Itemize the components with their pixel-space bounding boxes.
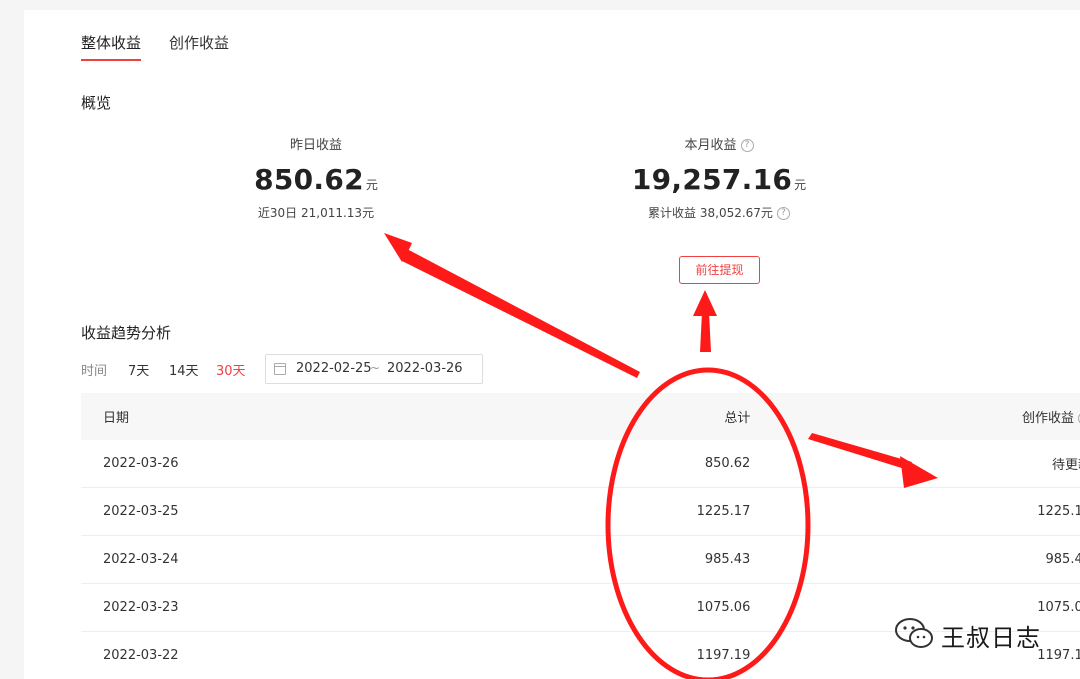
withdraw-button[interactable]: 前往提现: [679, 256, 760, 284]
row-date: 2022-03-26: [81, 440, 402, 488]
range-30-days[interactable]: 30天: [216, 360, 246, 379]
date-range-picker[interactable]: 2022-02-25 ~ 2022-03-26: [265, 354, 483, 384]
month-earnings-label: 本月收益: [684, 138, 737, 153]
end-date[interactable]: 2022-03-26: [387, 361, 463, 376]
header-total: 总计: [401, 393, 751, 440]
row-creation-earnings: 1075.06: [750, 583, 1080, 632]
row-total: 1225.17: [401, 487, 751, 536]
row-creation-earnings: 待更新: [750, 440, 1080, 488]
total-earnings: 累计收益 38,052.67元: [648, 206, 773, 220]
table-header-row: 日期 总计 创作收益?: [81, 393, 1080, 440]
row-creation-earnings: 1197.19: [750, 631, 1080, 679]
table-row: 2022-03-22 1197.19 1197.19: [81, 631, 1080, 679]
row-total: 985.43: [401, 535, 751, 584]
row-date: 2022-03-25: [81, 487, 402, 536]
table-row: 2022-03-25 1225.17 1225.17: [81, 487, 1080, 536]
header-date: 日期: [81, 393, 402, 440]
table-row: 2022-03-23 1075.06 1075.06: [81, 583, 1080, 632]
row-total: 1075.06: [401, 583, 751, 632]
trend-analysis-title: 收益趋势分析: [81, 324, 172, 342]
date-separator: ~: [370, 361, 381, 375]
tab-overall-earnings[interactable]: 整体收益: [81, 32, 142, 61]
tab-creation-earnings[interactable]: 创作收益: [169, 32, 229, 53]
table-row: 2022-03-24 985.43 985.43: [81, 535, 1080, 584]
help-icon[interactable]: ?: [776, 207, 790, 220]
earnings-table: 日期 总计 创作收益? 2022-03-26 850.62 待更新 2022-0…: [81, 393, 1080, 679]
yesterday-earnings-unit: 元: [365, 178, 378, 192]
row-creation-earnings: 985.43: [750, 535, 1080, 584]
table-row: 2022-03-26 850.62 待更新: [81, 440, 1080, 488]
month-earnings-value: 19,257.16: [631, 163, 793, 196]
row-date: 2022-03-24: [81, 535, 402, 584]
yesterday-earnings-card: 昨日收益 850.62 元 近30日 21,011.13元: [186, 134, 446, 221]
row-total: 1197.19: [401, 631, 751, 679]
last-30-days-earnings: 近30日 21,011.13元: [257, 206, 375, 220]
header-creation-earnings: 创作收益?: [750, 393, 1080, 440]
yesterday-earnings-value: 850.62: [254, 163, 364, 196]
yesterday-earnings-label: 昨日收益: [289, 138, 342, 153]
overview-title: 概览: [81, 94, 112, 112]
row-total: 850.62: [401, 440, 751, 488]
time-label: 时间: [81, 364, 108, 379]
start-date[interactable]: 2022-02-25: [296, 361, 372, 376]
date-range-filter: 时间 7天 14天 30天 2022-02-25 ~ 2022-03-26: [81, 354, 501, 384]
month-earnings-card: 本月收益? 19,257.16 元 累计收益 38,052.67元?: [589, 134, 849, 221]
row-date: 2022-03-22: [81, 631, 402, 679]
row-creation-earnings: 1225.17: [750, 487, 1080, 536]
row-date: 2022-03-23: [81, 583, 402, 632]
month-earnings-unit: 元: [794, 178, 807, 192]
range-14-days[interactable]: 14天: [169, 360, 199, 379]
range-7-days[interactable]: 7天: [128, 360, 149, 379]
calendar-icon: [274, 363, 286, 375]
help-icon[interactable]: ?: [740, 139, 754, 152]
earnings-panel: 整体收益 创作收益 概览 昨日收益 850.62 元 近30日 21,011.13…: [24, 10, 1080, 679]
